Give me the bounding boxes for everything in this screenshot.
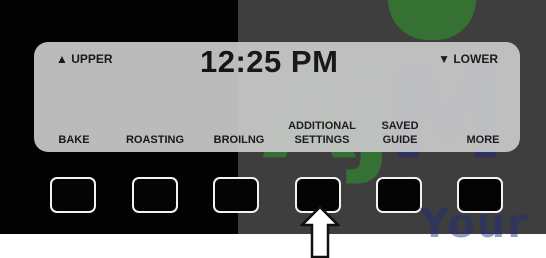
soft-key-broiling[interactable] xyxy=(213,177,259,213)
menu-item-bake: BAKE xyxy=(58,134,90,146)
menu-item-additional-settings: ADDITIONAL SETTINGS xyxy=(288,120,356,146)
display-screen: ▲ UPPER 12:25 PM ▼ LOWER BAKE ROASTING B… xyxy=(34,42,520,152)
menu-labels: BAKE ROASTING BROILNG ADDITIONAL SETTINGS… xyxy=(34,116,520,152)
clock-display: 12:25 PM xyxy=(200,44,339,79)
soft-key-saved-guide[interactable] xyxy=(376,177,422,213)
soft-key-roasting[interactable] xyxy=(132,177,178,213)
soft-key-bake[interactable] xyxy=(50,177,96,213)
control-panel: AjM ▲ UPPER 12:25 PM ▼ LOWER BAKE ROASTI… xyxy=(0,0,546,234)
watermark-tagline: Your xyxy=(420,201,529,247)
lower-oven-label[interactable]: ▼ LOWER xyxy=(438,52,498,66)
menu-item-roasting: ROASTING xyxy=(125,134,185,146)
menu-item-saved-guide: SAVED GUIDE xyxy=(381,120,419,146)
menu-item-more: MORE xyxy=(466,134,500,146)
up-arrow-icon xyxy=(300,205,340,258)
upper-oven-label[interactable]: ▲ UPPER xyxy=(56,52,113,66)
menu-item-broiling: BROILNG xyxy=(213,134,265,146)
